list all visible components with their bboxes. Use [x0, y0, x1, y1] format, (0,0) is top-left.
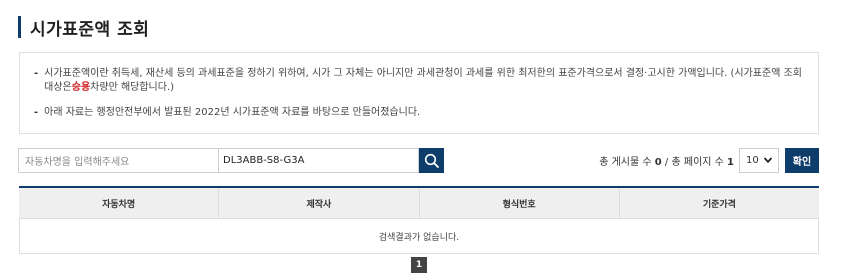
summary-separator: /	[664, 157, 669, 168]
notice-text: 시가표준액이란 취득세, 재산세 등의 과세표준을 정하기 위하여, 시가 그 …	[44, 67, 804, 95]
page-size-value: 10	[746, 155, 759, 166]
pages-label: 총 페이지 수	[671, 157, 724, 168]
column-header-base-price: 기준가격	[702, 199, 736, 210]
chevron-down-icon	[763, 157, 773, 164]
page-title-wrap: 시가표준액 조회	[18, 16, 150, 40]
notice-box: - 시가표준액이란 취득세, 재산세 등의 과세표준을 정하기 위하여, 시가 …	[19, 52, 819, 134]
column-header-manufacturer: 제작사	[219, 188, 420, 218]
title-accent-bar	[18, 16, 21, 38]
total-label: 총 게시물 수	[599, 157, 652, 168]
page-title: 시가표준액 조회	[30, 19, 150, 40]
bullet-dash: -	[34, 68, 39, 79]
confirm-button[interactable]: 확인	[785, 148, 819, 173]
model-code-input[interactable]: DL3ABB-S8-G3A	[218, 148, 419, 173]
empty-result-row: 검색결과가 없습니다.	[19, 219, 819, 254]
search-icon	[424, 153, 439, 168]
search-button[interactable]	[419, 148, 444, 173]
total-count: 0	[654, 157, 662, 168]
notice-text: 아래 자료는 행정안전부에서 발표된 2022년 시가표준액 자료를 바탕으로 …	[44, 107, 421, 118]
car-name-input[interactable]: 자동차명을 입력해주세요	[18, 148, 219, 173]
notice-item: - 시가표준액이란 취득세, 재산세 등의 과세표준을 정하기 위하여, 시가 …	[34, 67, 804, 95]
column-header-model-code: 형식번호	[420, 188, 620, 218]
results-table: 자동차명 제작사 형식번호 기준가격 검색결과가 없습니다.	[19, 186, 819, 254]
bullet-dash: -	[34, 107, 39, 118]
notice-item: - 아래 자료는 행정안전부에서 발표된 2022년 시가표준액 자료를 바탕으…	[34, 106, 420, 120]
highlight-text: 승용	[71, 82, 91, 93]
pagination-page-button[interactable]: 1	[411, 257, 427, 273]
column-header-car-name: 자동차명	[19, 188, 220, 218]
pages-count: 1	[727, 157, 734, 168]
notice-text-part: 차량만 해당합니다.)	[90, 82, 175, 93]
result-summary: 총 게시물 수 0 / 총 페이지 수 1	[599, 153, 734, 168]
page-size-select[interactable]: 10	[739, 148, 779, 173]
table-header: 자동차명 제작사 형식번호 기준가격	[19, 186, 819, 219]
